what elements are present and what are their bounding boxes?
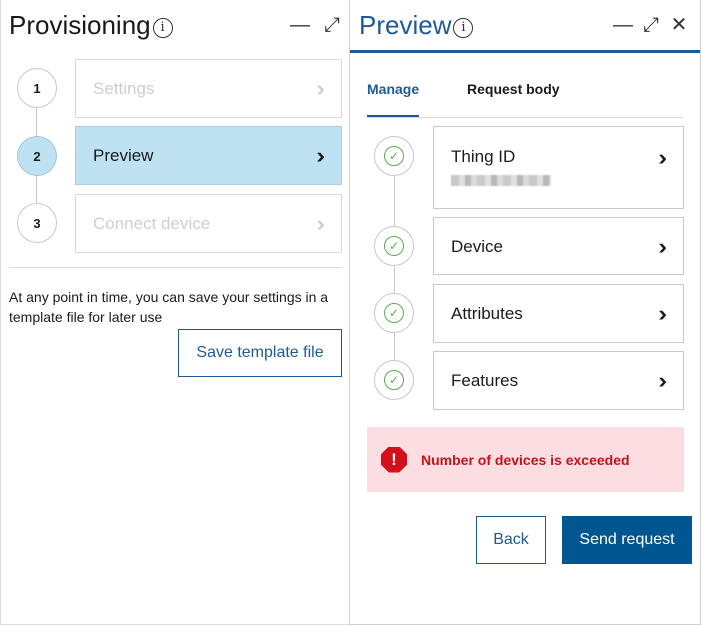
check-circle-icon: ✓ bbox=[374, 226, 414, 266]
check-circle-icon: ✓ bbox=[374, 360, 414, 400]
info-icon[interactable]: i bbox=[453, 17, 474, 38]
chevron-double-right-icon: ›› bbox=[658, 368, 666, 393]
preview-tabs: Manage Request body bbox=[367, 78, 683, 118]
step-connector bbox=[36, 107, 37, 136]
divider bbox=[9, 267, 342, 268]
expand-icon[interactable]: ⤢ bbox=[321, 14, 343, 36]
thing-id-value-redacted bbox=[451, 175, 551, 186]
tab-manage[interactable]: Manage bbox=[367, 81, 419, 97]
save-hint-text: At any point in time, you can save your … bbox=[9, 289, 329, 325]
step-settings[interactable]: Settings ›› bbox=[75, 59, 342, 118]
expand-icon[interactable]: ⤢ bbox=[640, 14, 662, 36]
step-connector bbox=[394, 333, 395, 360]
check-mark: ✓ bbox=[384, 370, 404, 390]
chevron-double-right-icon: ›› bbox=[316, 75, 324, 101]
minimize-icon[interactable]: — bbox=[289, 14, 311, 36]
info-icon[interactable]: i bbox=[152, 17, 173, 38]
section-label: Attributes bbox=[451, 304, 523, 323]
check-circle-icon: ✓ bbox=[374, 293, 414, 333]
step-number-3: 3 bbox=[17, 203, 57, 243]
provisioning-title: Provisioning i bbox=[9, 10, 173, 41]
check-mark: ✓ bbox=[384, 236, 404, 256]
send-request-button[interactable]: Send request bbox=[562, 516, 692, 564]
error-alert: ! Number of devices is exceeded bbox=[367, 427, 684, 492]
step-label: Settings bbox=[93, 78, 155, 98]
preview-panel: Preview i — ⤢ ✕ Manage Request body ✓ Th… bbox=[349, 0, 701, 625]
step-number-2: 2 bbox=[17, 136, 57, 176]
preview-title: Preview i bbox=[359, 10, 474, 41]
step-label: Connect device bbox=[93, 213, 211, 233]
provisioning-title-text: Provisioning bbox=[9, 10, 151, 40]
check-mark: ✓ bbox=[384, 303, 404, 323]
step-connect-device[interactable]: Connect device ›› bbox=[75, 194, 342, 253]
provisioning-panel: Provisioning i — ⤢ 1 Settings ›› 2 Previ… bbox=[0, 0, 349, 625]
alert-message: Number of devices is exceeded bbox=[421, 451, 630, 468]
step-connector bbox=[394, 266, 395, 293]
section-thing-id[interactable]: Thing ID ›› bbox=[433, 126, 684, 209]
title-accent-rule bbox=[350, 50, 700, 53]
section-label: Device bbox=[451, 237, 503, 256]
section-label: Thing ID bbox=[451, 147, 516, 166]
active-tab-indicator bbox=[367, 115, 419, 117]
section-device[interactable]: Device ›› bbox=[433, 217, 684, 275]
step-connector bbox=[36, 175, 37, 203]
alert-octagon-icon: ! bbox=[381, 446, 407, 473]
preview-window-controls: — ⤢ ✕ bbox=[612, 14, 690, 36]
chevron-double-right-icon: ›› bbox=[658, 301, 666, 326]
check-circle-icon: ✓ bbox=[374, 136, 414, 176]
section-label: Features bbox=[451, 371, 519, 390]
chevron-double-right-icon: ›› bbox=[658, 145, 666, 170]
chevron-double-right-icon: ›› bbox=[316, 142, 324, 168]
step-number-1: 1 bbox=[17, 68, 57, 108]
step-label: Preview bbox=[93, 145, 154, 165]
chevron-double-right-icon: ›› bbox=[658, 234, 666, 259]
back-button[interactable]: Back bbox=[476, 516, 546, 564]
provisioning-window-controls: — ⤢ bbox=[289, 14, 343, 36]
section-attributes[interactable]: Attributes ›› bbox=[433, 284, 684, 343]
close-icon[interactable]: ✕ bbox=[668, 14, 690, 36]
tab-request-body[interactable]: Request body bbox=[467, 81, 560, 97]
minimize-icon[interactable]: — bbox=[612, 14, 634, 36]
save-template-button[interactable]: Save template file bbox=[178, 329, 342, 377]
check-mark: ✓ bbox=[384, 146, 404, 166]
preview-title-text: Preview bbox=[359, 10, 452, 40]
section-features[interactable]: Features ›› bbox=[433, 351, 684, 410]
step-preview[interactable]: Preview ›› bbox=[75, 126, 342, 185]
chevron-double-right-icon: ›› bbox=[316, 210, 324, 236]
